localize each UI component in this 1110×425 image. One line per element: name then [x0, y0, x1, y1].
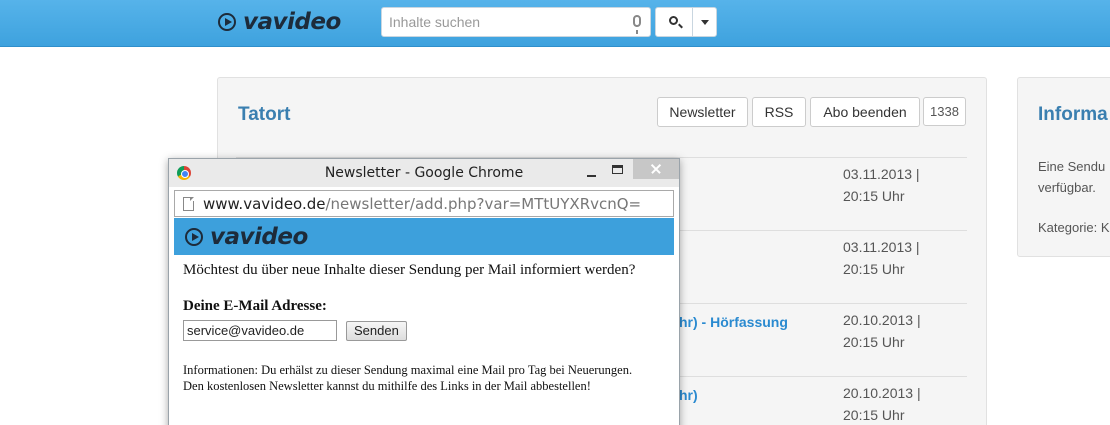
address-bar[interactable]: www.vavideo.de/newsletter/add.php?var=MT… [174, 190, 674, 217]
newsletter-popup-window: Newsletter - Google Chrome www.vavideo.d… [168, 158, 680, 425]
email-label: Deine E-Mail Adresse: [183, 298, 327, 314]
episode-date-time: 20:15 Uhr [843, 334, 905, 350]
search-box [381, 7, 651, 37]
info-line: Informationen: Du erhälst zu dieser Send… [183, 363, 633, 377]
info-text-line: verfügbar. [1038, 180, 1096, 195]
play-logo-icon [218, 13, 236, 31]
microphone-icon[interactable] [633, 15, 641, 34]
info-line: Den kostenlosen Newsletter kannst du mit… [183, 379, 591, 393]
page-icon [183, 196, 194, 211]
episode-date: 03.11.2013 | 20:15 Uhr [843, 236, 920, 280]
newsletter-question: Möchtest du über neue Inhalte dieser Sen… [183, 262, 636, 278]
top-navbar: vavideo [0, 0, 1110, 47]
subscriber-count-badge: 1338 [923, 97, 966, 126]
send-button[interactable]: Senden [346, 320, 407, 341]
info-text-line: Eine Sendu [1038, 159, 1106, 174]
search-icon [669, 16, 678, 25]
episode-date-time: 20:15 Uhr [843, 261, 905, 277]
info-category: Kategorie: K [1038, 220, 1110, 235]
email-field[interactable] [183, 320, 337, 341]
email-form: Senden [183, 320, 673, 341]
newsletter-button[interactable]: Newsletter [657, 97, 748, 127]
episode-date-day: 03.11.2013 | [843, 239, 920, 255]
popup-header: vavideo [174, 218, 674, 255]
episode-date-time: 20:15 Uhr [843, 188, 905, 204]
episode-date-day: 03.11.2013 | [843, 166, 920, 182]
popup-logo: vavideo [185, 224, 308, 250]
url-path: /newsletter/add.php?var=MTtUYXRvcnQ= [325, 194, 642, 213]
episode-date: 20.10.2013 | 20:15 Uhr [843, 309, 921, 353]
episode-title-link[interactable]: hr) [679, 387, 698, 403]
site-logo[interactable]: vavideo [218, 9, 341, 35]
minimize-icon[interactable] [586, 163, 598, 181]
info-panel-title: Informa [1038, 104, 1108, 125]
logo-text: vavideo [243, 9, 341, 35]
logo-text: vavideo [210, 224, 308, 250]
close-icon[interactable] [633, 159, 679, 179]
unsubscribe-button[interactable]: Abo beenden [810, 97, 920, 127]
url-host: www.vavideo.de [203, 194, 326, 213]
search-button[interactable] [655, 7, 693, 37]
popup-titlebar[interactable]: Newsletter - Google Chrome [169, 159, 679, 187]
episode-date-day: 20.10.2013 | [843, 312, 921, 328]
episode-date-day: 20.10.2013 | [843, 385, 921, 401]
episode-date: 20.10.2013 | 20:15 Uhr [843, 382, 921, 425]
popup-body: Möchtest du über neue Inhalte dieser Sen… [183, 262, 673, 394]
maximize-icon[interactable] [612, 165, 623, 174]
episode-date: 03.11.2013 | 20:15 Uhr [843, 163, 920, 207]
play-logo-icon [185, 228, 203, 246]
popup-window-title: Newsletter - Google Chrome [324, 165, 524, 181]
info-text: Informationen: Du erhälst zu dieser Send… [183, 362, 673, 394]
search-input[interactable] [382, 8, 622, 36]
rss-button[interactable]: RSS [752, 97, 806, 127]
page-title: Tatort [238, 104, 291, 125]
episode-date-time: 20:15 Uhr [843, 407, 905, 423]
search-options-dropdown[interactable] [692, 7, 717, 37]
episode-title-link[interactable]: hr) - Hörfassung [679, 314, 788, 330]
